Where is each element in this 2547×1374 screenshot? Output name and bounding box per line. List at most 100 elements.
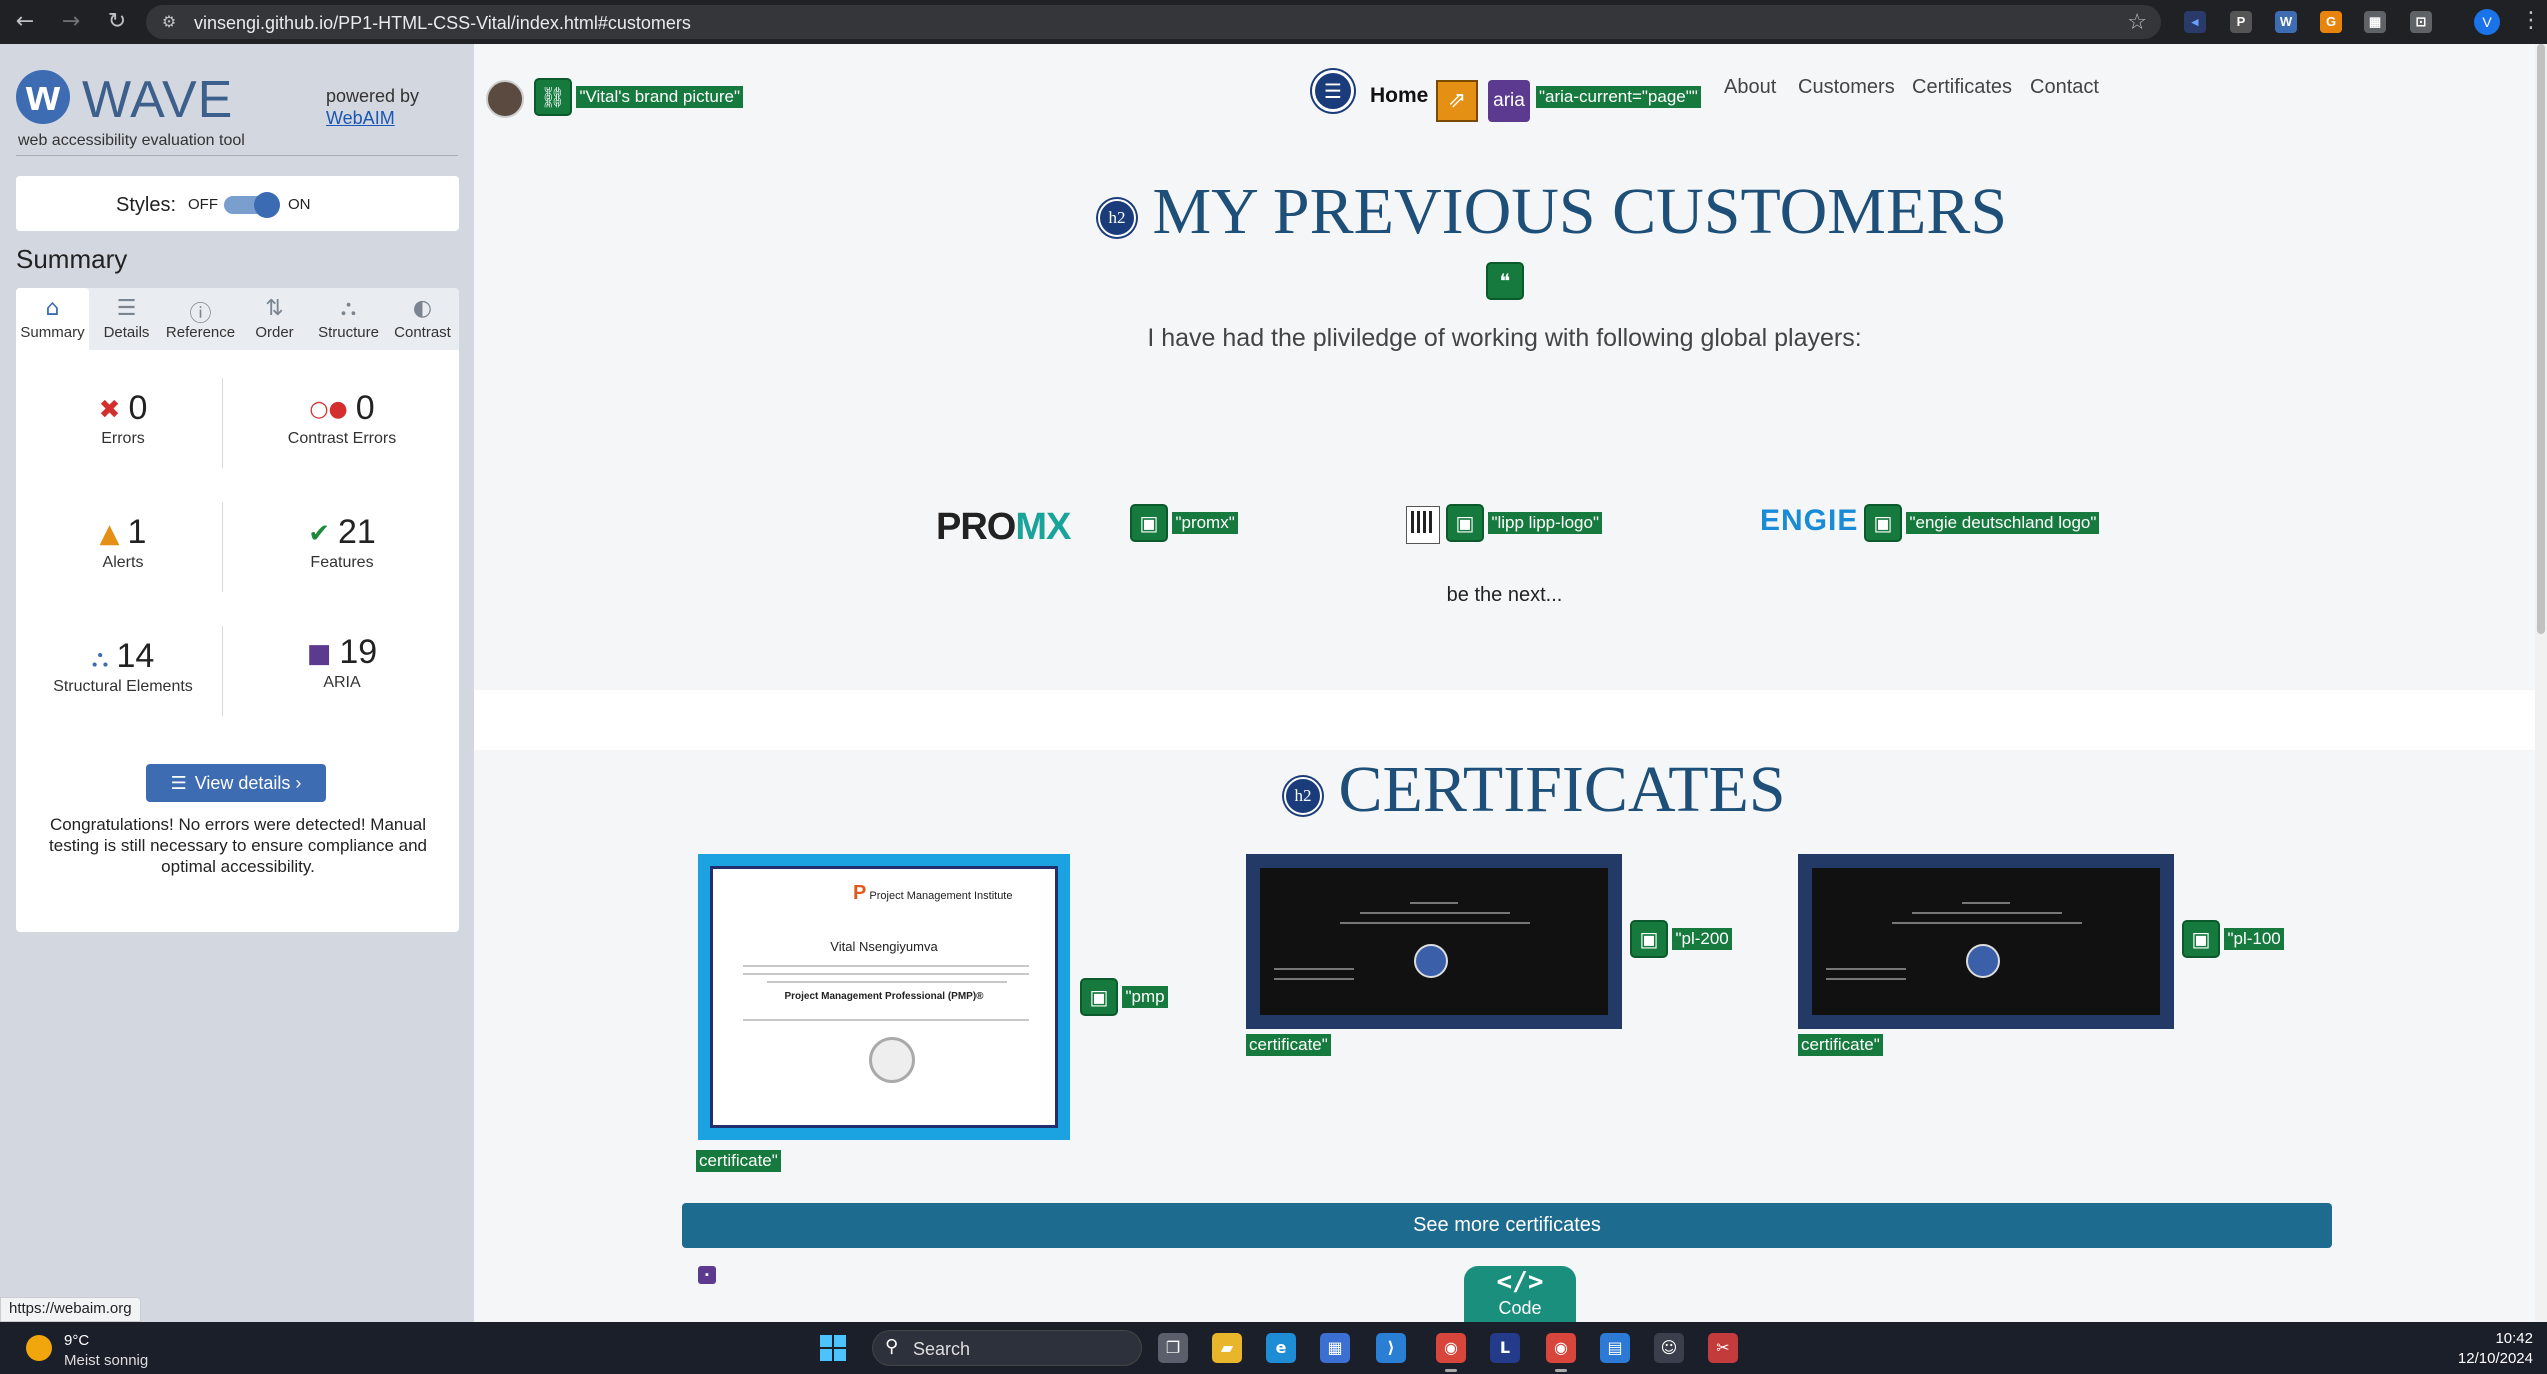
styles-toggle[interactable] [224,192,280,218]
image-icon[interactable]: ▣ [2182,920,2220,958]
alerts-label: Alerts [102,554,144,571]
aria-stat[interactable]: ■ 19 ARIA [242,632,442,692]
url-text[interactable]: vinsengi.github.io/PP1-HTML-CSS-Vital/in… [194,13,691,34]
extension-icon[interactable]: ▦ [2364,11,2386,33]
nav-contact-link[interactable]: Contact [2030,76,2099,99]
pl100-alt-text: "pl-100 [2224,928,2284,950]
forward-icon[interactable]: → [58,9,84,35]
snipping-tool-icon[interactable]: ✂ [1708,1333,1738,1363]
h2-icon[interactable]: h2 [1098,198,1136,237]
profile-avatar[interactable]: V [2474,9,2500,35]
features-stat[interactable]: ✔ 21 Features [242,512,442,572]
chrome-icon[interactable]: ◉ [1436,1333,1466,1372]
promx-logo-pro: PRO [936,506,1016,548]
errors-count: 0 [128,389,148,427]
site-info-icon[interactable]: ⚙ [158,11,180,33]
extensions-puzzle-icon[interactable]: ⊡ [2410,11,2432,33]
divider [222,378,223,468]
promx-alt-annotation: ▣ "promx" [1130,504,1238,542]
image-icon[interactable]: ▣ [1446,504,1484,542]
tab-contrast[interactable]: ◐ Contrast [386,288,459,350]
contrast-errors-label: Contrast Errors [287,430,397,447]
styles-on-label: ON [288,196,311,213]
pl200-certificate-image[interactable] [1246,854,1622,1029]
list-icon[interactable]: ☰ [1312,70,1354,112]
errors-stat[interactable]: ✖ 0 Errors [23,388,223,448]
tab-reference[interactable]: ⓘ Reference [164,288,237,350]
toggle-knob[interactable] [254,192,280,218]
pl100-certificate-image[interactable] [1798,854,2174,1029]
aria-icon[interactable]: aria [1488,80,1530,122]
redundant-link-alert-icon[interactable]: ⇗ [1436,80,1478,122]
tab-structure[interactable]: ⛬ Structure [312,288,385,350]
see-more-certificates-button[interactable]: See more certificates [682,1203,2332,1248]
image-icon[interactable]: ▣ [1864,504,1902,542]
pmp-alt-text: "pmp [1122,986,1168,1008]
back-icon[interactable]: ← [12,9,38,35]
taskbar-search[interactable]: ⚲ Search [872,1330,1142,1366]
code-button-label: Code [1498,1298,1542,1318]
notepad-icon[interactable]: ▤ [1600,1333,1630,1363]
quote-icon[interactable]: ❝ [1486,262,1524,300]
aria-icon[interactable]: ▪ [698,1266,716,1284]
view-details-button[interactable]: ☰ View details › [146,764,326,802]
store-icon[interactable]: ▦ [1320,1333,1350,1363]
extension-icon[interactable]: P [2230,11,2252,33]
tab-order[interactable]: ⇅ Order [238,288,311,350]
edge-browser-icon[interactable]: e [1266,1333,1296,1363]
structural-stat[interactable]: ⛬ 14 Structural Elements [23,636,223,696]
quote-icon[interactable]: ❝ [1486,262,1524,300]
code-button[interactable]: </> Code [1464,1266,1576,1322]
nav-about-link[interactable]: About [1724,76,1776,99]
summary-panel: ✖ 0 Errors ○● 0 Contrast Errors ▲ 1 Alerts … [16,350,459,932]
weather-sun-icon[interactable] [26,1335,52,1361]
tab-label: Contrast [394,324,451,341]
promx-logo: PROMX [936,506,1116,550]
windows-start-icon[interactable] [820,1335,846,1361]
feature-check-icon: ✔ [308,519,330,550]
errors-label: Errors [101,430,145,447]
browser-menu-icon[interactable]: ⋮ [2520,8,2542,33]
clock-time[interactable]: 10:42 [2495,1330,2533,1347]
clock-date[interactable]: 12/10/2024 [2458,1350,2533,1367]
image-icon[interactable]: ▣ [1130,504,1168,542]
page-scrollbar[interactable] [2535,44,2547,1322]
divider [222,502,223,592]
file-explorer-icon[interactable]: ▰ [1212,1333,1242,1363]
features-count: 21 [337,513,376,551]
tab-details[interactable]: ☰ Details [90,288,163,350]
reload-icon[interactable]: ↻ [104,9,130,35]
h2-icon[interactable]: h2 [1284,776,1322,815]
nav-certificates-link[interactable]: Certificates [1912,76,2012,99]
image-icon[interactable]: ▣ [1080,978,1118,1016]
task-view-icon[interactable]: ❐ [1158,1333,1188,1363]
app-l-icon[interactable]: L [1490,1333,1520,1363]
pmp-certificate-image[interactable]: P Project Management Institute Vital Nse… [698,854,1070,1140]
fine-print [1892,922,2082,924]
weather-description[interactable]: Meist sonnig [64,1352,148,1369]
alerts-stat[interactable]: ▲ 1 Alerts [23,512,223,572]
extension-icon[interactable]: ◂ [2184,11,2206,33]
nav-home-link[interactable]: Home [1370,84,1428,108]
bookmark-star-icon[interactable]: ☆ [2127,10,2147,35]
scrollbar-thumb[interactable] [2537,44,2545,634]
vscode-icon[interactable]: ⟩ [1376,1333,1406,1363]
wave-extension-icon[interactable]: W [2275,11,2297,33]
tab-summary[interactable]: ⌂ Summary [16,288,89,350]
weather-temperature[interactable]: 9°C [64,1332,89,1349]
certificate-holder: Vital Nsengiyumva [830,939,938,954]
nav-customers-link[interactable]: Customers [1798,76,1895,99]
styles-toggle-panel: Styles: OFF ON [16,176,459,231]
tab-label: Reference [165,324,236,341]
image-icon[interactable]: ▣ [1630,920,1668,958]
address-bar[interactable]: ⚙ vinsengi.github.io/PP1-HTML-CSS-Vital/… [146,5,2161,39]
tab-label: Order [255,324,294,341]
extension-icon[interactable]: G [2320,11,2342,33]
webaim-link[interactable]: WebAIM [326,108,395,129]
linked-image-icon[interactable]: ⛓ [534,78,572,116]
chrome-profile-icon[interactable]: ◉ [1546,1333,1576,1372]
contrast-errors-stat[interactable]: ○● 0 Contrast Errors [242,388,442,448]
emoji-app-icon[interactable]: ☺ [1654,1333,1684,1363]
styles-label: Styles: [116,194,177,216]
styles-off-label: OFF [188,196,218,213]
